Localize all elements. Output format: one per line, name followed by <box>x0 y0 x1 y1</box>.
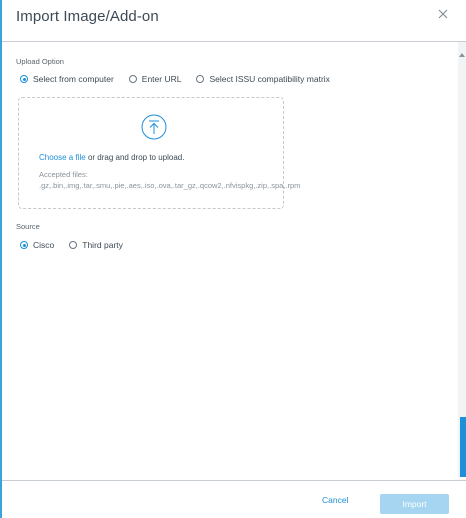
radio-button[interactable] <box>69 241 78 249</box>
import-dialog: Import Image/Add-on Upload Option Select… <box>0 0 466 518</box>
accepted-files-text: Accepted files: .gz,.bin,.img,.tar,.smu,… <box>39 170 301 190</box>
radio-select-issu-matrix[interactable]: Select ISSU compatibility matrix <box>196 74 330 84</box>
import-button[interactable]: Import <box>380 494 449 514</box>
dropzone-instructions: Choose a file or drag and drop to upload… <box>39 153 184 162</box>
choose-file-link[interactable]: Choose a file <box>39 153 86 162</box>
radio-cisco[interactable]: Cisco <box>20 240 54 250</box>
radio-button-selected[interactable] <box>20 241 28 249</box>
radio-label: Third party <box>82 240 123 250</box>
dialog-header: Import Image/Add-on <box>2 0 466 42</box>
radio-label: Select ISSU compatibility matrix <box>209 74 330 84</box>
dialog-title: Import Image/Add-on <box>16 8 159 25</box>
source-label: Source <box>16 222 40 231</box>
radio-enter-url[interactable]: Enter URL <box>128 74 182 84</box>
radio-select-from-computer[interactable]: Select from computer <box>20 74 114 84</box>
radio-third-party[interactable]: Third party <box>69 240 123 250</box>
radio-button[interactable] <box>196 75 205 83</box>
radio-button[interactable] <box>128 75 137 83</box>
upload-option-label: Upload Option <box>16 57 64 66</box>
file-dropzone[interactable]: Choose a file or drag and drop to upload… <box>18 97 301 209</box>
scroll-up-arrow-icon[interactable] <box>459 45 465 57</box>
radio-button-selected[interactable] <box>20 75 28 83</box>
upload-icon[interactable] <box>141 114 167 140</box>
drop-text: or drag and drop to upload. <box>87 153 185 162</box>
cancel-button[interactable]: Cancel <box>322 495 348 505</box>
close-icon[interactable] <box>436 7 450 21</box>
source-group: Cisco Third party <box>20 240 123 250</box>
radio-label: Enter URL <box>141 74 182 84</box>
radio-label: Select from computer <box>33 74 114 84</box>
upload-option-group: Select from computer Enter URL Select IS… <box>20 74 330 84</box>
radio-label: Cisco <box>33 240 55 250</box>
scrollbar-track[interactable] <box>458 42 466 477</box>
scrollbar-thumb[interactable] <box>460 417 466 477</box>
